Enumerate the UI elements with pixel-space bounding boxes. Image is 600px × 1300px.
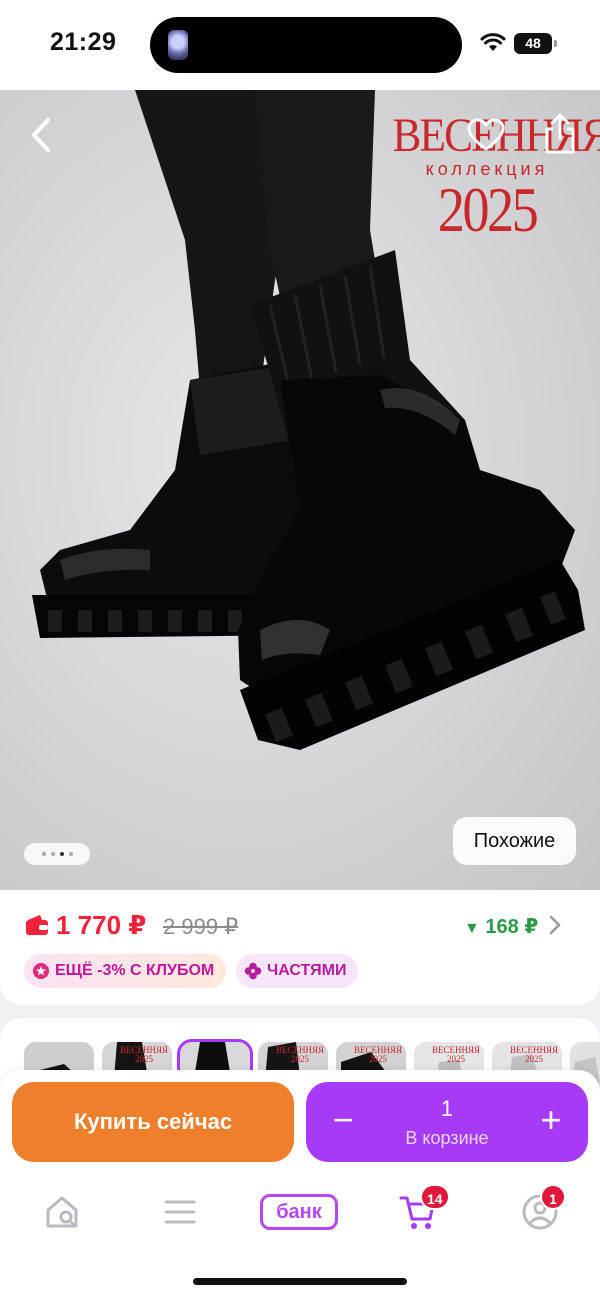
club-discount-label: ЕЩЁ -3% С КЛУБОМ	[55, 962, 215, 979]
product-image-carousel[interactable]: ВЕСЕННЯЯ коллекция 2025 Похожие	[0, 90, 600, 890]
cart-count-badge: 14	[420, 1184, 450, 1210]
price-card: 1 770 ₽ 2 999 ₽ ▼ 168 ₽ ЕЩЁ -3% С КЛУБОМ…	[0, 890, 600, 1005]
page-dot	[50, 852, 55, 856]
home-indicator	[193, 1278, 407, 1285]
flashlight-icon	[168, 30, 188, 60]
old-price: 2 999 ₽	[163, 914, 239, 939]
installments-badge[interactable]: ЧАСТЯМИ	[236, 954, 359, 988]
club-discount-badge[interactable]: ЕЩЁ -3% С КЛУБОМ	[24, 954, 227, 988]
page-dot	[41, 852, 46, 856]
status-bar: 21:29 48	[0, 0, 600, 90]
heart-icon[interactable]	[466, 117, 506, 153]
current-price: 1 770 ₽	[56, 910, 147, 940]
installments-flower-icon	[244, 962, 262, 980]
discount-amount[interactable]: ▼ 168 ₽	[464, 914, 538, 939]
bank-button[interactable]: банк	[260, 1194, 338, 1230]
discount-value: 168 ₽	[485, 916, 539, 938]
cart-quantity-stepper: − 1 В корзине +	[306, 1082, 588, 1162]
thumbnail-collection-mark: ВЕСЕННЯЯ 2025	[119, 1045, 168, 1064]
status-time: 21:29	[50, 28, 117, 56]
thumbnail-collection-mark: ВЕСЕННЯЯ 2025	[275, 1045, 324, 1064]
down-triangle-icon: ▼	[464, 920, 480, 937]
purchase-action-bar: Купить сейчас − 1 В корзине +	[0, 1070, 600, 1178]
installments-label: ЧАСТЯМИ	[267, 962, 347, 979]
page-dot	[68, 852, 73, 856]
profile-notification-badge: 1	[540, 1184, 566, 1210]
bottom-navigation: банк 14 1	[0, 1178, 600, 1300]
home-search-icon[interactable]	[42, 1192, 82, 1232]
page-dot-active	[59, 852, 64, 856]
wifi-icon	[480, 33, 506, 51]
similar-button[interactable]: Похожие	[453, 817, 576, 865]
dynamic-island	[150, 17, 462, 73]
buy-now-button[interactable]: Купить сейчас	[12, 1082, 294, 1162]
club-star-icon	[33, 963, 49, 979]
wallet-icon	[26, 915, 48, 935]
thumbnail-collection-mark: ВЕСЕННЯЯ 2025	[353, 1045, 402, 1064]
thumbnail-collection-mark: ВЕСЕННЯЯ 2025	[509, 1045, 558, 1064]
carousel-page-indicator	[24, 843, 90, 865]
battery-icon: 48	[514, 33, 557, 54]
profile-nav-item[interactable]: 1	[520, 1184, 566, 1232]
thumbnail-collection-mark: ВЕСЕННЯЯ 2025	[431, 1045, 480, 1064]
catalog-menu-icon[interactable]	[160, 1192, 200, 1232]
chevron-right-icon[interactable]	[548, 914, 562, 936]
increase-quantity-button[interactable]: +	[536, 1098, 566, 1142]
cart-nav-item[interactable]: 14	[398, 1184, 450, 1232]
collection-year: 2025	[437, 174, 539, 245]
share-icon[interactable]	[540, 112, 580, 156]
back-arrow-icon[interactable]	[22, 112, 62, 158]
